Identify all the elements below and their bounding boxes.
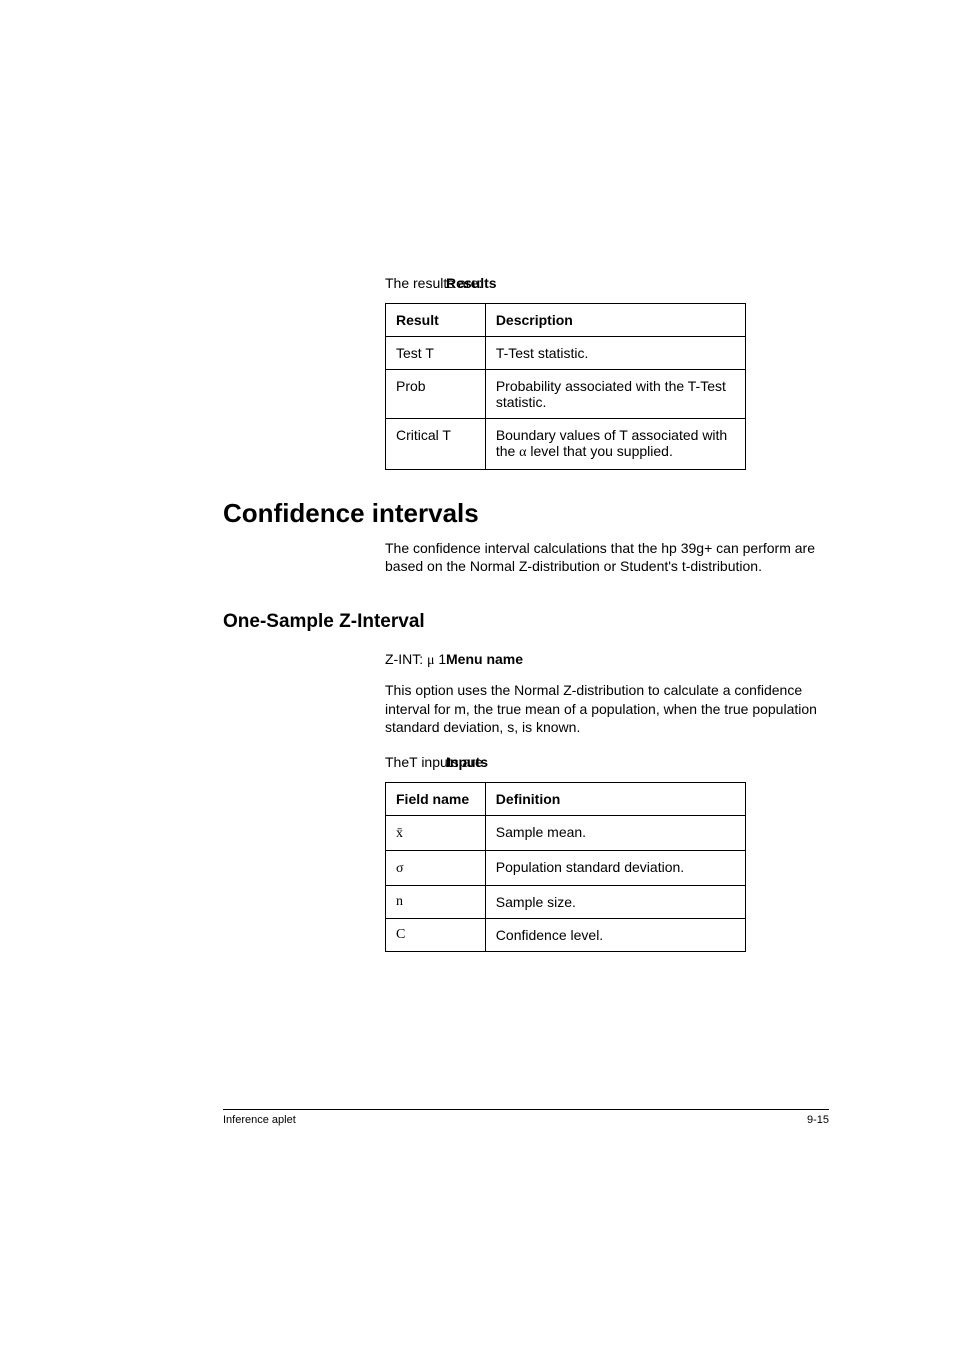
zint-suffix: 1 <box>435 651 447 667</box>
results-label: Results <box>446 275 596 291</box>
mu-symbol: μ <box>427 653 435 668</box>
confidence-content: The confidence interval calculations tha… <box>385 539 829 575</box>
results-th-1: Result <box>386 304 486 337</box>
cell: Prob <box>386 370 486 419</box>
cell: Sample size. <box>485 885 745 918</box>
cell: Sample mean. <box>485 815 745 850</box>
inputs-content: TheT inputs are: Field name Definition x… <box>385 754 829 952</box>
footer-left: Inference aplet <box>223 1114 296 1126</box>
inputs-th-2: Definition <box>485 782 745 815</box>
inputs-th-1: Field name <box>386 782 486 815</box>
table-header-row: Result Description <box>386 304 746 337</box>
cell: Boundary values of T associated with the… <box>485 419 745 470</box>
cell: Test T <box>386 337 486 370</box>
table-row: σ Population standard deviation. <box>386 850 746 885</box>
onesample-heading: One-Sample Z-Interval <box>223 611 829 633</box>
cell: n <box>386 885 486 918</box>
table-row: n Sample size. <box>386 885 746 918</box>
table-row: x̄ Sample mean. <box>386 815 746 850</box>
sigma-symbol: σ <box>396 861 404 876</box>
page-footer: Inference aplet 9-15 <box>223 1109 829 1126</box>
results-section: Results The results are: Result Descript… <box>223 275 829 470</box>
confidence-heading: Confidence intervals <box>223 498 829 529</box>
cell: x̄ <box>386 815 486 850</box>
cell: Probability associated with the T-Test s… <box>485 370 745 419</box>
inputs-label: Inputs <box>446 754 596 770</box>
results-content: The results are: Result Description Test… <box>385 275 829 470</box>
table-row: Critical T Boundary values of T associat… <box>386 419 746 470</box>
cell: Critical T <box>386 419 486 470</box>
cell: σ <box>386 850 486 885</box>
cell: Confidence level. <box>485 918 745 951</box>
cell: C <box>386 918 486 951</box>
footer-right: 9-15 <box>807 1114 829 1126</box>
text-suffix: level that you supplied. <box>527 443 673 459</box>
alpha-symbol: α <box>519 445 526 460</box>
page-content: Results The results are: Result Descript… <box>0 0 954 1351</box>
table-header-row: Field name Definition <box>386 782 746 815</box>
confidence-para: The confidence interval calculations tha… <box>385 539 829 575</box>
inputs-table: Field name Definition x̄ Sample mean. σ … <box>385 782 746 952</box>
menuname-section: Menu name Z-INT: μ 1 This option uses th… <box>223 651 829 736</box>
cell: T-Test statistic. <box>485 337 745 370</box>
zint-prefix: Z-INT: <box>385 651 427 667</box>
results-table: Result Description Test T T-Test statist… <box>385 303 746 470</box>
table-row: Test T T-Test statistic. <box>386 337 746 370</box>
xbar-symbol: x̄ <box>396 826 403 842</box>
results-th-2: Description <box>485 304 745 337</box>
menuname-label: Menu name <box>446 651 596 667</box>
menuname-para: This option uses the Normal Z-distributi… <box>385 681 829 736</box>
table-row: C Confidence level. <box>386 918 746 951</box>
table-row: Prob Probability associated with the T-T… <box>386 370 746 419</box>
inputs-section: Inputs TheT inputs are: Field name Defin… <box>223 754 829 952</box>
cell: Population standard deviation. <box>485 850 745 885</box>
